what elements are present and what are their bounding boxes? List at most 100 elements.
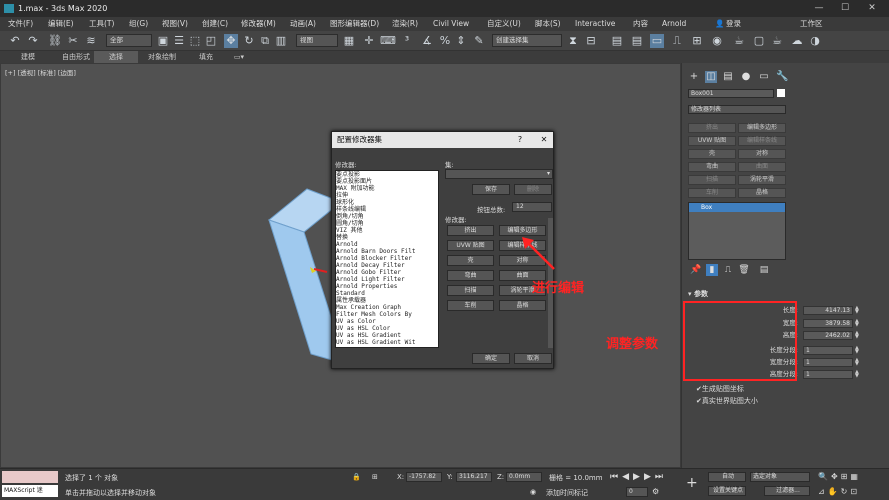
pivot-center-icon[interactable]: ▦ — [342, 34, 356, 48]
menu-modifiers[interactable]: 修改器(M) — [241, 17, 276, 31]
menu-civil-view[interactable]: Civil View — [433, 17, 469, 31]
dialog-help-button[interactable]: ? — [514, 134, 526, 146]
dlg-uvw-map-button[interactable]: UVW 贴图 — [447, 240, 494, 251]
user-icon[interactable]: 👤 — [715, 17, 724, 31]
percent-snap-icon[interactable]: % — [438, 34, 452, 48]
x-coord-field[interactable]: -1757.82 — [406, 472, 442, 482]
param-height-segs-spinner[interactable]: ▲ ▼ — [855, 370, 860, 379]
menu-graph-editors[interactable]: 图形编辑器(D) — [330, 17, 379, 31]
set-key-button[interactable]: 设置关键点 — [708, 486, 746, 496]
link-icon[interactable]: ⛓ — [48, 34, 62, 48]
configure-sets-icon[interactable]: ▤ — [758, 264, 770, 276]
cp-symmetry-button[interactable]: 对称 — [738, 149, 786, 159]
menu-file[interactable]: 文件(F) — [8, 17, 33, 31]
dialog-cancel-button[interactable]: 取消 — [514, 353, 552, 364]
dlg-shell-button[interactable]: 壳 — [447, 255, 494, 266]
cp-lattice-button[interactable]: 晶格 — [738, 188, 786, 198]
dlg-sweep-button[interactable]: 扫描 — [447, 285, 494, 296]
modifier-list-item[interactable]: Arnold Properties — [336, 283, 438, 290]
time-tag-icon[interactable]: ◉ — [530, 488, 536, 496]
modifier-list-item[interactable]: 要点投影面片 — [336, 178, 438, 185]
param-length-segs-input[interactable]: 1 — [803, 346, 853, 355]
cp-shell-button[interactable]: 壳 — [688, 149, 736, 159]
undo-icon[interactable]: ↶ — [8, 34, 22, 48]
cp-edit-poly-button[interactable]: 编辑多边形 — [738, 123, 786, 133]
tab-populate[interactable]: 填充 — [186, 51, 226, 63]
cp-extrude-button[interactable]: 挤出 — [688, 123, 736, 133]
menu-animation[interactable]: 动画(A) — [290, 17, 316, 31]
object-name-field[interactable]: Box001 — [688, 89, 774, 98]
modifier-list-item[interactable]: Standard — [336, 290, 438, 297]
workspace-label[interactable]: 工作区 — [800, 17, 823, 31]
maxscript-listener-pink[interactable] — [2, 471, 58, 483]
param-height-segs-input[interactable]: 1 — [803, 370, 853, 379]
key-filter-dropdown[interactable]: 选定对象 — [750, 472, 810, 482]
cp-surface-button[interactable]: 曲面 — [738, 162, 786, 172]
display-tab-icon[interactable]: ▭ — [758, 71, 770, 83]
param-height-spinner[interactable]: ▲ ▼ — [855, 331, 860, 340]
mirror-icon[interactable]: ⧗ — [566, 34, 580, 48]
modifier-list-item[interactable]: 属性承载器 — [336, 297, 438, 304]
maxscript-input[interactable]: MAXScript 迷 — [2, 485, 58, 497]
dlg-bend-button[interactable]: 弯曲 — [447, 270, 494, 281]
tab-modeling[interactable]: 建模 — [8, 51, 48, 63]
stack-item-box[interactable]: Box — [689, 203, 785, 212]
dlg-extrude-button[interactable]: 挤出 — [447, 225, 494, 236]
modifier-list-item[interactable]: Max Creation Graph — [336, 304, 438, 311]
pin-stack-icon[interactable]: 📌 — [690, 264, 702, 276]
current-frame-field[interactable]: 0 — [626, 487, 648, 497]
param-length-segs-spinner[interactable]: ▲ ▼ — [855, 346, 860, 355]
delete-set-button[interactable]: 删除 — [514, 184, 552, 195]
modifier-list-item[interactable]: VIZ 其他 — [336, 227, 438, 234]
modifier-list-item[interactable]: 拉伸 — [336, 192, 438, 199]
dlg-lathe-button[interactable]: 车削 — [447, 300, 494, 311]
bind-spacewarp-icon[interactable]: ≋ — [84, 34, 98, 48]
dialog-close-button[interactable]: ✕ — [538, 134, 550, 146]
param-width-spinner[interactable]: ▲ ▼ — [855, 319, 860, 328]
abs-mode-icon[interactable]: ⊞ — [372, 473, 378, 481]
hierarchy-tab-icon[interactable]: ▤ — [722, 71, 734, 83]
modifier-list-item[interactable]: 圆角/切角 — [336, 220, 438, 227]
z-coord-field[interactable]: 0.0mm — [506, 472, 542, 482]
nav-controls-row1[interactable]: 🔍✥⊞▦ — [818, 472, 861, 481]
cp-lathe-button[interactable]: 车削 — [688, 188, 736, 198]
menu-scripting[interactable]: 脚本(S) — [535, 17, 561, 31]
set-key-large-icon[interactable]: + — [686, 475, 698, 491]
dialog-ok-button[interactable]: 确定 — [472, 353, 510, 364]
modify-tab-icon[interactable]: ◫ — [705, 71, 717, 83]
param-height-input[interactable]: 2462.02 — [803, 331, 853, 340]
curve-editor-icon[interactable]: ⎍ — [670, 34, 684, 48]
modifier-list-item[interactable]: UV as Color — [336, 318, 438, 325]
lock-selection-icon[interactable]: 🔒 — [352, 473, 361, 481]
modifier-list-item[interactable]: UV as HSL Gradient Wit — [336, 339, 438, 346]
reference-coord-dropdown[interactable]: 视图 — [296, 34, 338, 47]
select-rotate-icon[interactable]: ↻ — [242, 34, 256, 48]
show-end-result-icon[interactable]: ▮ — [706, 264, 718, 276]
edit-named-sets-icon[interactable]: ✎ — [472, 34, 486, 48]
unlink-icon[interactable]: ✂ — [66, 34, 80, 48]
keyboard-shortcut-icon[interactable]: ⌨ — [380, 34, 396, 48]
snaps-toggle-icon[interactable]: ³ — [400, 34, 414, 48]
rendered-frame-icon[interactable]: ▢ — [752, 34, 766, 48]
select-scale-icon[interactable]: ⧉ — [258, 34, 272, 48]
nav-controls-row2[interactable]: ⊿✋↻⊡ — [818, 487, 860, 496]
remove-modifier-icon[interactable]: 🗑 — [738, 264, 750, 276]
tab-object-paint[interactable]: 对象绘制 — [142, 51, 182, 63]
render-setup-icon[interactable]: ☕ — [732, 34, 746, 48]
schematic-view-icon[interactable]: ⊞ — [690, 34, 704, 48]
gen-mapping-checkbox[interactable]: ✔生成贴图坐标 — [696, 384, 744, 394]
param-width-input[interactable]: 3879.58 — [803, 319, 853, 328]
make-unique-icon[interactable]: ⎍ — [722, 264, 734, 276]
minimize-button[interactable]: — — [809, 0, 829, 17]
modifier-list-item[interactable]: 球形化 — [336, 199, 438, 206]
menu-content[interactable]: 内容 — [633, 17, 648, 31]
toggle-ribbon-icon[interactable]: ▭ — [650, 34, 664, 48]
modifiers-list[interactable]: 要点投影 要点投影面片 MAX 附加功能 拉伸 球形化 样条线编辑 倒角/切角 圆角/切角 VI… — [335, 170, 439, 348]
param-length-input[interactable]: 4147.13 — [803, 306, 853, 315]
window-crossing-icon[interactable]: ◰ — [204, 34, 218, 48]
a360-gallery-icon[interactable]: ◑ — [808, 34, 822, 48]
modifier-list-item[interactable]: Arnold — [336, 241, 438, 248]
cp-bend-button[interactable]: 弯曲 — [688, 162, 736, 172]
modifier-list-item[interactable]: UV as HSL Color — [336, 325, 438, 332]
auto-key-button[interactable]: 自动 — [708, 472, 746, 482]
